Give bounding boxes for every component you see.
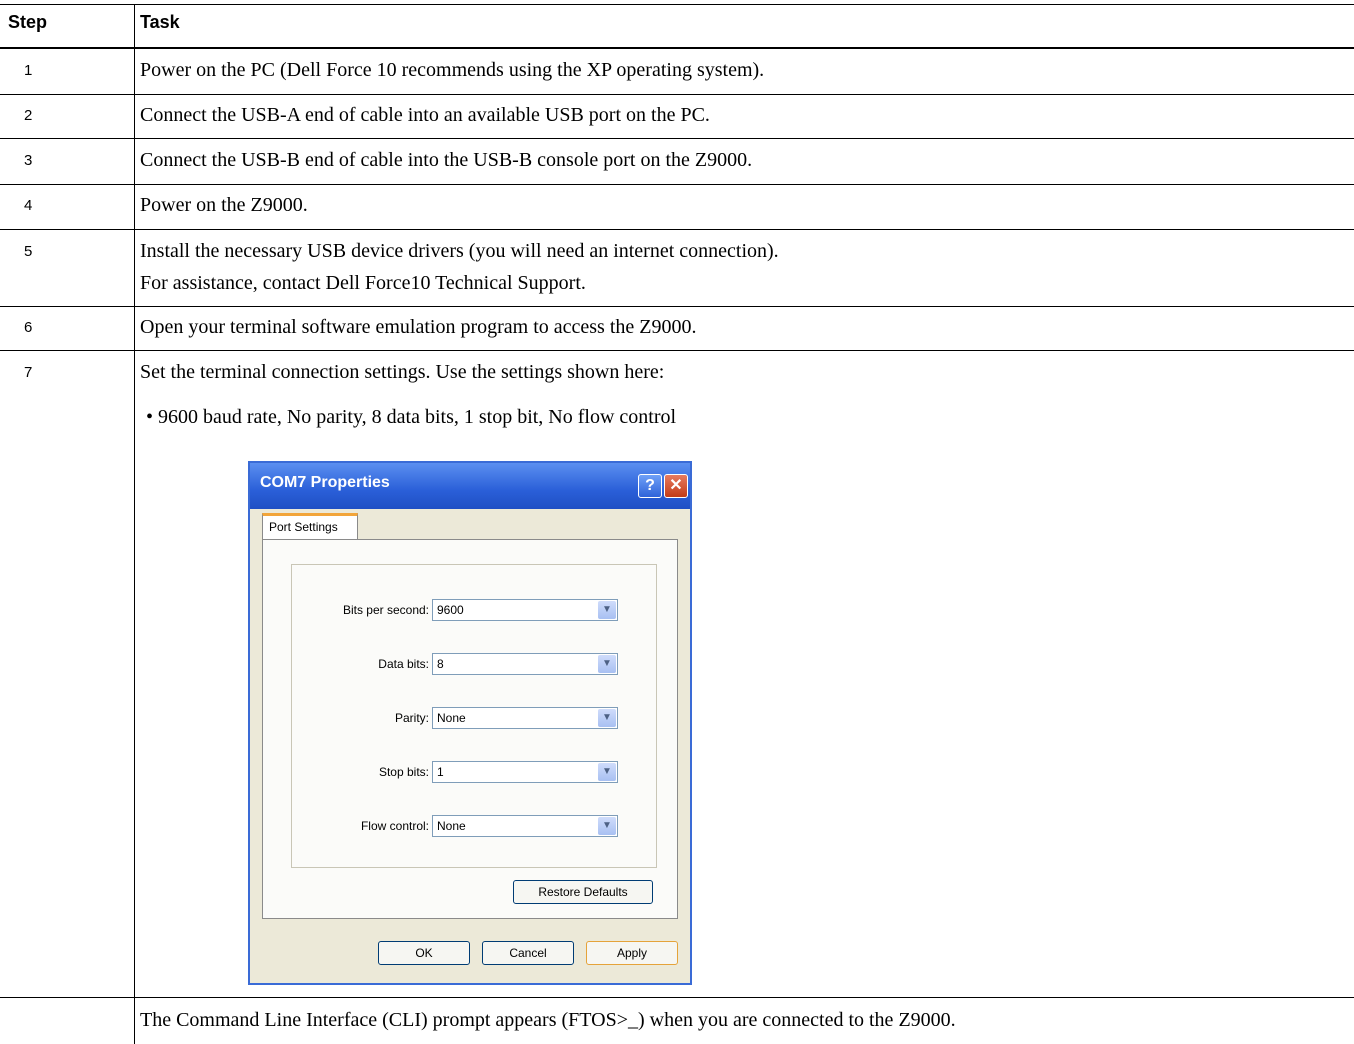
bits-per-second-label: Bits per second: bbox=[342, 603, 429, 617]
stop-bits-select[interactable]: 1 ▼ bbox=[432, 761, 618, 783]
header-step: Step bbox=[8, 12, 48, 32]
apply-button[interactable]: Apply bbox=[586, 941, 678, 965]
row-rule bbox=[0, 350, 1354, 351]
row-rule bbox=[0, 94, 1354, 95]
row-rule bbox=[0, 138, 1354, 139]
ok-button[interactable]: OK bbox=[378, 941, 470, 965]
task-text: Connect the USB-A end of cable into an a… bbox=[140, 104, 710, 126]
column-divider bbox=[134, 4, 135, 1044]
select-value: 1 bbox=[437, 765, 444, 779]
parity-label: Parity: bbox=[394, 711, 429, 725]
chevron-down-icon[interactable]: ▼ bbox=[598, 601, 616, 619]
chevron-down-icon[interactable]: ▼ bbox=[598, 817, 616, 835]
task-text: Open your terminal software emulation pr… bbox=[140, 316, 697, 338]
table-top-rule bbox=[0, 4, 1354, 5]
task-text: The Command Line Interface (CLI) prompt … bbox=[140, 1009, 956, 1031]
row-rule bbox=[0, 997, 1354, 998]
chevron-down-icon[interactable]: ▼ bbox=[598, 709, 616, 727]
select-value: None bbox=[437, 819, 466, 833]
chevron-down-icon[interactable]: ▼ bbox=[598, 655, 616, 673]
parity-select[interactable]: None ▼ bbox=[432, 707, 618, 729]
close-icon[interactable]: ✕ bbox=[664, 474, 688, 498]
task-text: Connect the USB-B end of cable into the … bbox=[140, 149, 753, 171]
step-number: 5 bbox=[24, 243, 33, 260]
select-value: None bbox=[437, 711, 466, 725]
port-settings-panel: Bits per second: 9600 ▼ Data bits: 8 ▼ P… bbox=[262, 539, 678, 919]
task-text: For assistance, contact Dell Force10 Tec… bbox=[140, 272, 586, 294]
dialog-title: COM7 Properties bbox=[260, 474, 390, 491]
row-rule bbox=[0, 306, 1354, 307]
step-number: 1 bbox=[24, 62, 33, 79]
chevron-down-icon[interactable]: ▼ bbox=[598, 763, 616, 781]
settings-group: Bits per second: 9600 ▼ Data bits: 8 ▼ P… bbox=[291, 564, 657, 868]
step-number: 7 bbox=[24, 364, 33, 381]
header-rule bbox=[0, 47, 1354, 49]
restore-defaults-button[interactable]: Restore Defaults bbox=[513, 880, 653, 904]
step-number: 2 bbox=[24, 107, 33, 124]
task-text: Install the necessary USB device drivers… bbox=[140, 240, 779, 262]
bits-per-second-select[interactable]: 9600 ▼ bbox=[432, 599, 618, 621]
settings-bullet: • 9600 baud rate, No parity, 8 data bits… bbox=[146, 406, 677, 428]
step-number: 4 bbox=[24, 197, 33, 214]
help-button[interactable]: ? bbox=[638, 474, 662, 498]
task-text: Power on the Z9000. bbox=[140, 194, 308, 216]
tab-port-settings[interactable]: Port Settings bbox=[262, 513, 358, 539]
dialog-title-bar: COM7 Properties ? ✕ bbox=[250, 463, 690, 509]
flow-control-select[interactable]: None ▼ bbox=[432, 815, 618, 837]
task-text: Power on the PC (Dell Force 10 recommend… bbox=[140, 59, 765, 81]
flow-control-label: Flow control: bbox=[360, 819, 429, 833]
data-bits-select[interactable]: 8 ▼ bbox=[432, 653, 618, 675]
select-value: 9600 bbox=[437, 603, 464, 617]
cancel-button[interactable]: Cancel bbox=[482, 941, 574, 965]
com-properties-dialog: COM7 Properties ? ✕ Port Settings Bits p… bbox=[248, 461, 692, 985]
stop-bits-label: Stop bits: bbox=[378, 765, 429, 779]
select-value: 8 bbox=[437, 657, 444, 671]
header-task: Task bbox=[140, 12, 180, 32]
data-bits-label: Data bits: bbox=[378, 657, 429, 671]
step-number: 6 bbox=[24, 319, 33, 336]
row-rule bbox=[0, 229, 1354, 230]
step-number: 3 bbox=[24, 152, 33, 169]
row-rule bbox=[0, 184, 1354, 185]
task-text: Set the terminal connection settings. Us… bbox=[140, 361, 665, 383]
